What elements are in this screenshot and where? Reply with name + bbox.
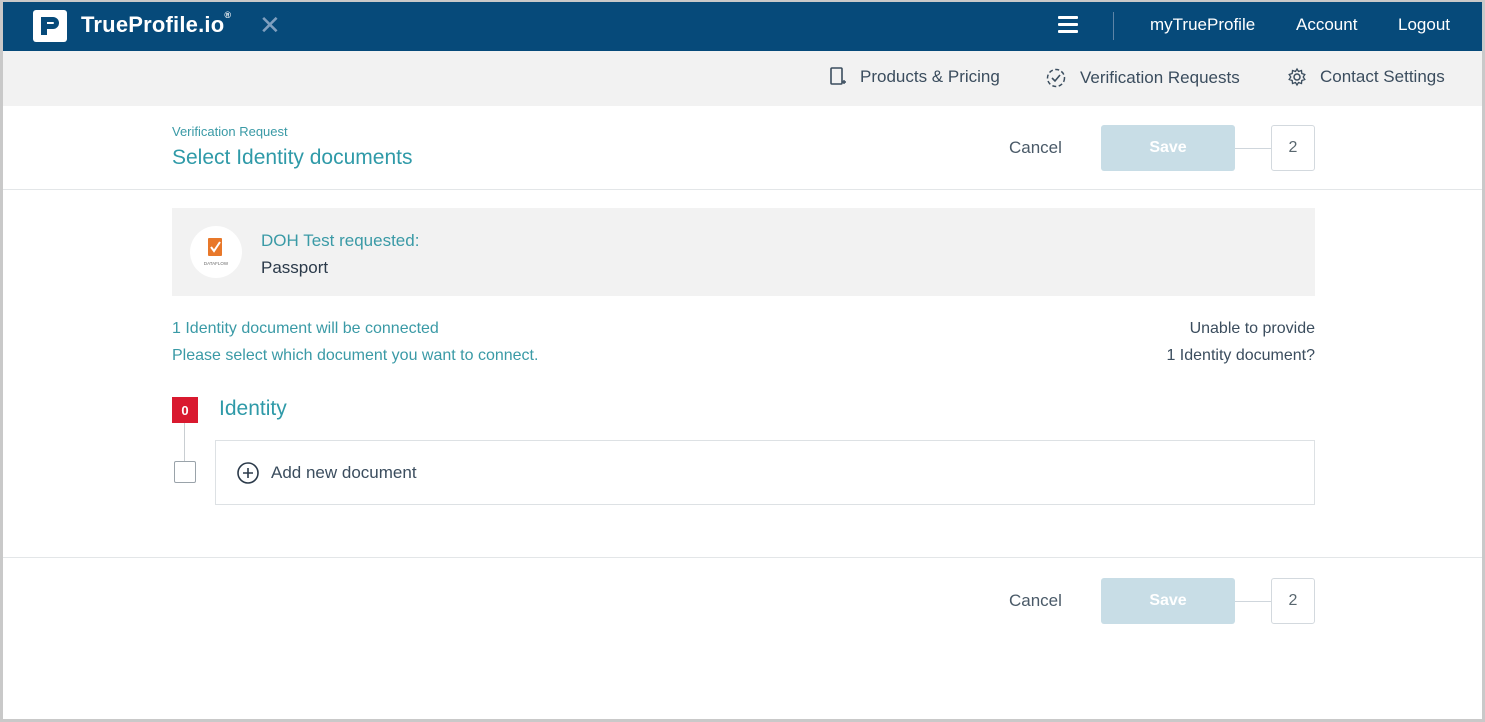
brand-name[interactable]: TrueProfile.io®: [81, 10, 231, 38]
nav-my-trueprofile[interactable]: myTrueProfile: [1150, 15, 1255, 35]
document-checkbox[interactable]: [174, 461, 196, 483]
subnav-label: Products & Pricing: [860, 67, 1000, 86]
footer-step-connector: [1235, 601, 1273, 602]
footer-divider: [3, 557, 1482, 558]
svg-text:DATAFLOW: DATAFLOW: [204, 261, 229, 266]
page-title: Select Identity documents: [172, 146, 413, 169]
plus-circle-icon: [236, 461, 260, 485]
save-button[interactable]: Save: [1101, 125, 1235, 171]
tablet-icon: [829, 67, 847, 87]
info-instruction: Please select which document you want to…: [172, 347, 539, 364]
subnav-verification-requests[interactable]: Verification Requests: [1045, 67, 1240, 89]
tree-connector: [184, 423, 185, 461]
subnav-contact-settings[interactable]: Contact Settings: [1287, 67, 1445, 87]
identity-count-badge: 0: [172, 397, 198, 423]
gear-icon: [1287, 67, 1307, 87]
trueprofile-logo-icon[interactable]: [33, 10, 67, 42]
subnav-products-pricing[interactable]: Products & Pricing: [829, 67, 1000, 87]
close-icon[interactable]: ✕: [259, 12, 281, 38]
request-title: DOH Test requested:: [261, 231, 420, 250]
step-counter: 2: [1271, 125, 1315, 171]
top-bar: TrueProfile.io® ✕ myTrueProfile Account …: [3, 2, 1482, 51]
cancel-button[interactable]: Cancel: [1009, 138, 1062, 158]
footer-step-counter: 2: [1271, 578, 1315, 624]
footer-save-button[interactable]: Save: [1101, 578, 1235, 624]
subnav-label: Contact Settings: [1320, 67, 1445, 86]
step-connector: [1235, 148, 1273, 149]
check-circle-icon: [1045, 67, 1067, 89]
header-divider: [3, 189, 1482, 190]
menu-icon[interactable]: [1058, 16, 1078, 36]
sub-navigation: Products & Pricing Verification Requests…: [3, 51, 1482, 106]
unable-to-provide-link-line2[interactable]: 1 Identity document?: [1166, 347, 1315, 365]
info-count: 1 Identity document will be connected: [172, 320, 439, 337]
unable-to-provide-link[interactable]: Unable to provide: [1190, 320, 1315, 338]
add-new-document-button[interactable]: Add new document: [215, 440, 1315, 505]
requester-logo: DATAFLOW: [190, 226, 242, 278]
identity-section-title: Identity: [219, 397, 287, 420]
subnav-label: Verification Requests: [1080, 68, 1240, 87]
add-new-document-label: Add new document: [271, 462, 417, 482]
footer-cancel-button[interactable]: Cancel: [1009, 591, 1062, 611]
nav-account[interactable]: Account: [1296, 15, 1357, 35]
topbar-divider: [1113, 12, 1114, 40]
breadcrumb: Verification Request: [172, 124, 288, 139]
nav-logout[interactable]: Logout: [1398, 15, 1450, 35]
requested-document: Passport: [261, 258, 329, 277]
request-panel: DATAFLOW DOH Test requested: Passport: [172, 208, 1315, 296]
